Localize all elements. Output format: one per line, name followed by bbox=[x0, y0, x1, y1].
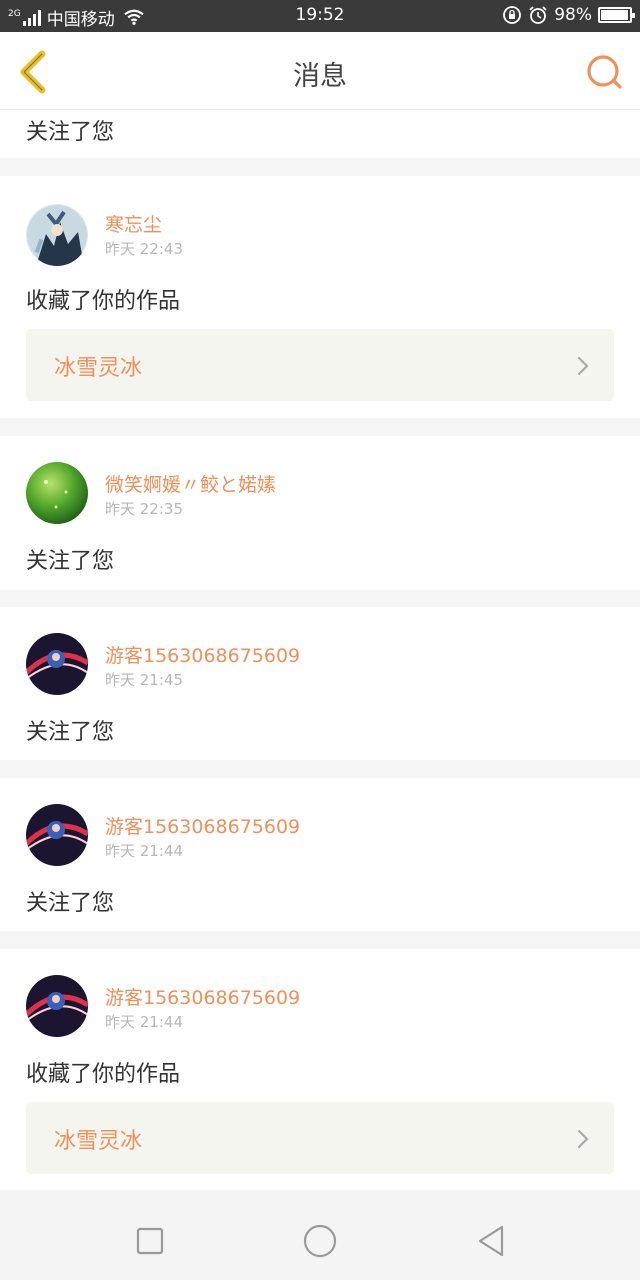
username[interactable]: 游客1563068675609 bbox=[105, 641, 300, 668]
message-time: 昨天 21:45 bbox=[105, 671, 183, 689]
message-card: 游客1563068675609 昨天 21:44 收藏了你的作品 冰雪灵冰 bbox=[0, 949, 640, 1190]
triangle-back-icon[interactable] bbox=[474, 1224, 508, 1258]
message-card: 关注了您 bbox=[0, 110, 640, 158]
battery-percent: 98% bbox=[554, 5, 592, 25]
avatar[interactable] bbox=[26, 975, 88, 1037]
avatar[interactable] bbox=[26, 633, 88, 695]
message-action: 收藏了你的作品 bbox=[26, 1062, 181, 1087]
message-card: 游客1563068675609 昨天 21:44 关注了您 bbox=[0, 778, 640, 931]
alarm-icon bbox=[529, 6, 547, 24]
username[interactable]: 寒忘尘 bbox=[105, 210, 162, 237]
message-card: 游客1563068675609 昨天 21:45 关注了您 bbox=[0, 607, 640, 760]
message-action: 关注了您 bbox=[26, 549, 115, 574]
work-link[interactable]: 冰雪灵冰 bbox=[26, 1102, 614, 1174]
message-time: 昨天 21:44 bbox=[105, 842, 183, 860]
search-icon[interactable] bbox=[584, 52, 624, 92]
message-time: 昨天 22:43 bbox=[105, 240, 183, 258]
username[interactable]: 游客1563068675609 bbox=[105, 983, 300, 1010]
rotation-lock-icon bbox=[503, 6, 522, 24]
chevron-right-icon bbox=[577, 1129, 589, 1149]
message-card: 微笑婀媛〃鲛と婼嫊 昨天 22:35 关注了您 bbox=[0, 436, 640, 590]
work-title: 冰雪灵冰 bbox=[54, 1129, 143, 1154]
message-action: 收藏了你的作品 bbox=[26, 289, 181, 314]
avatar[interactable] bbox=[26, 204, 88, 266]
work-link[interactable]: 冰雪灵冰 bbox=[26, 329, 614, 401]
message-action: 关注了您 bbox=[26, 720, 115, 745]
status-bar: 2G 中国移动 19:52 98% bbox=[0, 0, 640, 32]
app-header: 消息 bbox=[0, 32, 640, 110]
square-icon[interactable] bbox=[133, 1224, 167, 1258]
message-time: 昨天 22:35 bbox=[105, 500, 183, 518]
chevron-right-icon bbox=[577, 356, 589, 376]
message-action: 关注了您 bbox=[26, 120, 115, 145]
message-time: 昨天 21:44 bbox=[105, 1013, 183, 1031]
circle-icon[interactable] bbox=[303, 1224, 337, 1258]
battery-icon bbox=[598, 7, 635, 23]
message-card: 寒忘尘 昨天 22:43 收藏了你的作品 冰雪灵冰 bbox=[0, 176, 640, 418]
avatar[interactable] bbox=[26, 462, 88, 524]
username[interactable]: 微笑婀媛〃鲛と婼嫊 bbox=[105, 470, 276, 497]
message-action: 关注了您 bbox=[26, 891, 115, 916]
system-nav-bar bbox=[0, 1190, 640, 1280]
username[interactable]: 游客1563068675609 bbox=[105, 812, 300, 839]
page-title: 消息 bbox=[293, 61, 347, 92]
work-title: 冰雪灵冰 bbox=[54, 356, 143, 381]
avatar[interactable] bbox=[26, 804, 88, 866]
